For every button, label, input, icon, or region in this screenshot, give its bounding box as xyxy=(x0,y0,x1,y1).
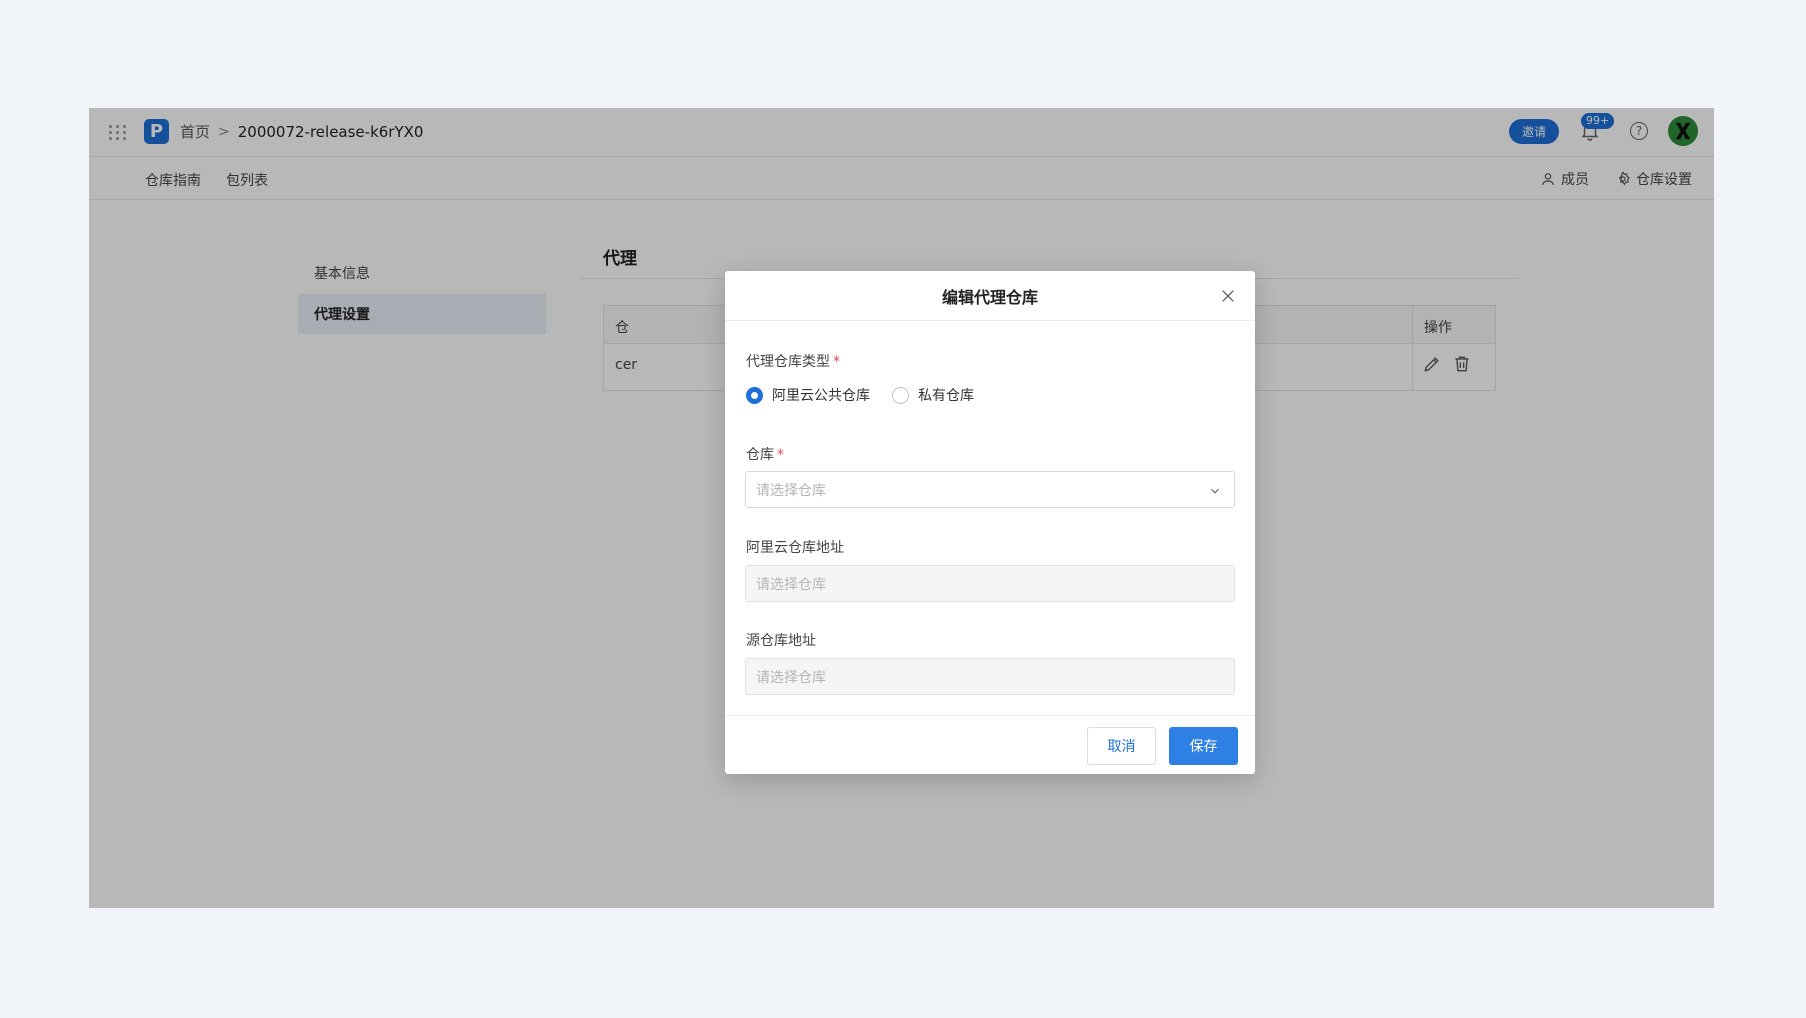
app-window: P 首页 > 2000072-release-k6rYX0 邀请 99+ ? 仓… xyxy=(89,108,1714,908)
type-label-text: 代理仓库类型 xyxy=(746,354,830,370)
radio-label-aliyun-public: 阿里云公共仓库 xyxy=(772,388,870,404)
radio-button-unchecked[interactable] xyxy=(892,386,909,404)
repo-label-text: 仓库 xyxy=(746,447,774,463)
repo-select[interactable]: 请选择仓库 xyxy=(745,471,1235,508)
source-address-label: 源仓库地址 xyxy=(746,633,816,649)
dialog-header: 编辑代理仓库 xyxy=(725,271,1255,321)
required-mark: * xyxy=(833,354,840,370)
source-address-field: 请选择仓库 xyxy=(745,658,1235,695)
required-mark: * xyxy=(777,447,784,463)
repo-select-placeholder: 请选择仓库 xyxy=(756,482,826,499)
radio-aliyun-public[interactable]: 阿里云公共仓库 xyxy=(746,385,870,405)
save-button[interactable]: 保存 xyxy=(1169,727,1238,765)
radio-label-private: 私有仓库 xyxy=(918,388,974,404)
repo-type-radio-group: 阿里云公共仓库 私有仓库 xyxy=(746,385,974,405)
cancel-button[interactable]: 取消 xyxy=(1087,727,1156,765)
aliyun-address-label: 阿里云仓库地址 xyxy=(746,540,844,556)
aliyun-address-field: 请选择仓库 xyxy=(745,565,1235,602)
source-address-placeholder: 请选择仓库 xyxy=(756,669,826,686)
chevron-down-icon xyxy=(1211,488,1219,494)
radio-private[interactable]: 私有仓库 xyxy=(892,385,974,405)
aliyun-address-placeholder: 请选择仓库 xyxy=(756,576,826,593)
close-icon[interactable] xyxy=(1219,287,1237,305)
radio-button-checked[interactable] xyxy=(746,386,763,404)
repo-field-label: 仓库 * xyxy=(746,444,784,464)
dialog-title: 编辑代理仓库 xyxy=(941,287,1038,307)
edit-proxy-repo-dialog: 编辑代理仓库 代理仓库类型* 阿里云公共仓库 私有仓库 仓库* 请选择仓库 xyxy=(725,271,1255,774)
type-field-label: 代理仓库类型 * xyxy=(746,351,840,371)
dialog-footer: 取消 保存 xyxy=(725,715,1255,774)
